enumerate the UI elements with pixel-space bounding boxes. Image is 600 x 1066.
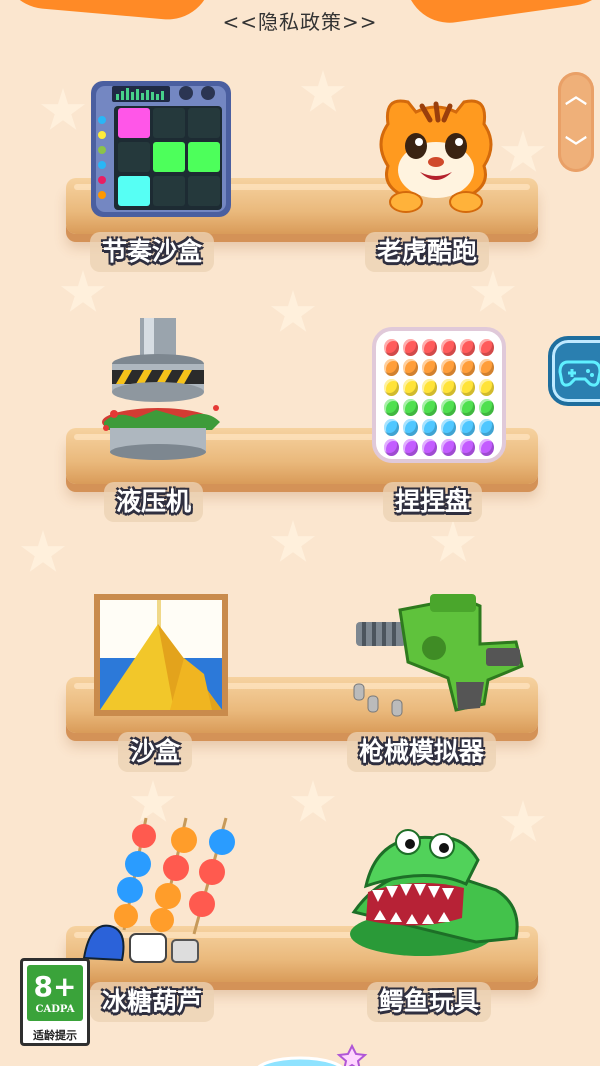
game-tile-tiger-run[interactable] [372, 84, 500, 220]
game-label[interactable]: 鳄鱼玩具 [367, 982, 492, 1022]
game-tile-crocodile-toy[interactable] [346, 826, 532, 962]
candied-fruit-skewers-icon [82, 817, 235, 963]
age-rating-org: CADPA [35, 1004, 75, 1015]
game-label[interactable]: 枪械模拟器 [347, 732, 497, 772]
game-label[interactable]: 沙盒 [118, 732, 193, 772]
age-rating-desc: 适龄提示 [33, 1029, 77, 1042]
bottom-decoration [230, 1042, 370, 1066]
background-star [500, 130, 546, 172]
background-star [470, 270, 516, 312]
game-tile-gun-simulator[interactable] [352, 592, 528, 720]
game-tile-squeeze-plate[interactable] [372, 327, 506, 463]
rhythm-pad-icon [91, 81, 231, 217]
background-star [270, 290, 316, 332]
age-rating-panel: 8+ CADPA [27, 965, 83, 1021]
game-label[interactable]: 节奏沙盒 [90, 232, 215, 272]
chevron-up-icon[interactable]: ︿ [558, 78, 594, 110]
background-star [40, 88, 86, 130]
background-star [290, 780, 336, 822]
background-star [20, 530, 66, 572]
pop-it-icon [384, 339, 494, 456]
game-tile-rhythm-sandbox[interactable] [90, 80, 232, 218]
game-tile-sandbox[interactable] [94, 594, 228, 716]
background-star [300, 70, 346, 112]
game-tile-hydraulic-press[interactable] [96, 318, 232, 464]
background-star [430, 520, 476, 562]
game-label[interactable]: 冰糖葫芦 [90, 982, 215, 1022]
game-tile-candied-haws[interactable] [80, 810, 244, 966]
crocodile-dentist-icon [350, 829, 519, 956]
game-center-button[interactable] [548, 336, 600, 406]
game-label[interactable]: 液压机 [104, 482, 204, 522]
age-rating-number: 8+ [33, 970, 77, 1003]
toy-gun-icon [353, 594, 524, 717]
game-label[interactable]: 老虎酷跑 [365, 232, 490, 272]
background-star [60, 270, 106, 312]
sand-pyramid-icon [100, 600, 222, 710]
tiger-icon [379, 99, 493, 213]
chevron-down-icon[interactable]: ﹀ [558, 130, 594, 162]
age-rating-badge[interactable]: 8+ CADPA 适龄提示 [20, 958, 90, 1046]
gamepad-icon [558, 360, 600, 387]
background-star [270, 520, 316, 562]
scroll-tab[interactable]: ︿ ﹀ [558, 72, 594, 172]
game-label[interactable]: 捏捏盘 [383, 482, 483, 522]
privacy-policy-link[interactable]: <<隐私政策>> [0, 6, 600, 35]
hydraulic-press-icon [102, 318, 220, 460]
